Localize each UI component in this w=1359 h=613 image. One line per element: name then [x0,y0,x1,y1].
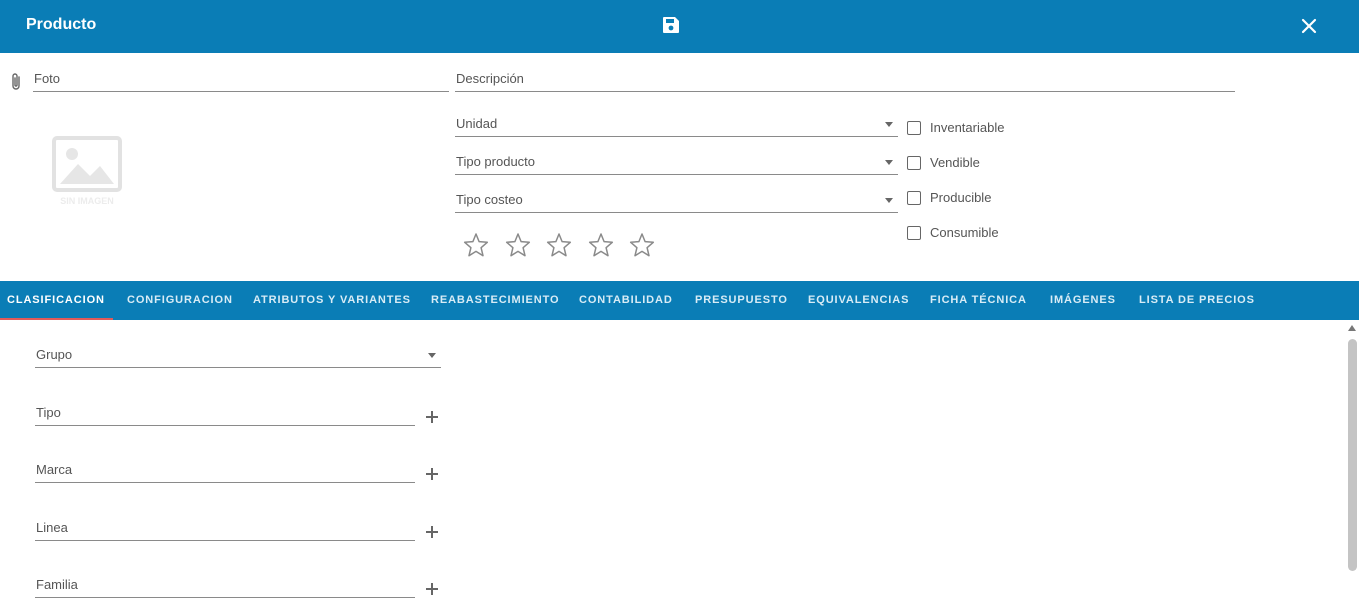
foto-field[interactable]: Foto [33,70,449,92]
foto-label: Foto [34,71,61,86]
checkbox-box[interactable] [907,121,921,135]
marca-label: Marca [36,462,73,477]
tab-presupuesto[interactable]: PRESUPUESTO [695,281,788,320]
tab-bar: CLASIFICACION CONFIGURACION ATRIBUTOS Y … [0,281,1359,320]
inventariable-label: Inventariable [930,120,1005,135]
grupo-label: Grupo [36,347,73,362]
linea-label: Linea [36,520,68,535]
tab-configuracion[interactable]: CONFIGURACION [127,281,233,320]
star-icon[interactable] [546,232,572,258]
tab-equivalencias[interactable]: EQUIVALENCIAS [808,281,909,320]
tipo-field[interactable]: Tipo [35,404,415,426]
descripcion-field[interactable]: Descripción [455,70,1235,92]
tab-imagenes[interactable]: IMÁGENES [1050,281,1116,320]
tab-clasificacion[interactable]: CLASIFICACION [7,281,105,320]
producible-label: Producible [930,190,992,205]
tab-lista-de-precios[interactable]: LISTA DE PRECIOS [1139,281,1255,320]
scrollbar-thumb[interactable] [1348,339,1357,571]
star-icon[interactable] [629,232,655,258]
checkbox-box[interactable] [907,156,921,170]
tipo-producto-select[interactable]: Tipo producto [455,153,898,175]
marca-field[interactable]: Marca [35,461,415,483]
tipo-producto-label: Tipo producto [456,154,536,169]
close-icon[interactable] [1298,15,1320,37]
tipo-label: Tipo [36,405,61,420]
add-linea-icon[interactable] [426,526,438,538]
window-title: Producto [26,16,97,33]
linea-field[interactable]: Linea [35,519,415,541]
scroll-up-arrow[interactable] [1348,325,1356,331]
unidad-select[interactable]: Unidad [455,115,898,137]
chevron-down-icon [885,160,893,165]
title-bar: Producto [0,0,1359,53]
descripcion-label: Descripción [456,71,524,86]
tab-contabilidad[interactable]: CONTABILIDAD [579,281,673,320]
familia-field[interactable]: Familia [35,576,415,598]
no-image-text: SIN IMAGEN [60,196,114,206]
chevron-down-icon [885,198,893,203]
add-familia-icon[interactable] [426,583,438,595]
tipo-costeo-select[interactable]: Tipo costeo [455,191,898,213]
grupo-select[interactable]: Grupo [35,346,441,368]
chevron-down-icon [885,122,893,127]
add-marca-icon[interactable] [426,468,438,480]
tab-atributos-y-variantes[interactable]: ATRIBUTOS Y VARIANTES [253,281,411,320]
chevron-down-icon [428,353,436,358]
tab-ficha-tecnica[interactable]: FICHA TÉCNICA [930,281,1027,320]
paperclip-icon[interactable] [9,72,23,92]
checkbox-box[interactable] [907,191,921,205]
star-icon[interactable] [588,232,614,258]
floppy-disk-icon[interactable] [662,16,680,34]
familia-label: Familia [36,577,78,592]
star-icon[interactable] [463,232,489,258]
checkbox-box[interactable] [907,226,921,240]
add-tipo-icon[interactable] [426,411,438,423]
tipo-costeo-label: Tipo costeo [456,192,523,207]
consumible-label: Consumible [930,225,999,240]
image-placeholder-icon: SIN IMAGEN [52,136,122,206]
active-tab-indicator [0,318,113,320]
unidad-label: Unidad [456,116,498,131]
star-rating [463,232,663,260]
vendible-label: Vendible [930,155,980,170]
star-icon[interactable] [505,232,531,258]
tab-reabastecimiento[interactable]: REABASTECIMIENTO [431,281,559,320]
